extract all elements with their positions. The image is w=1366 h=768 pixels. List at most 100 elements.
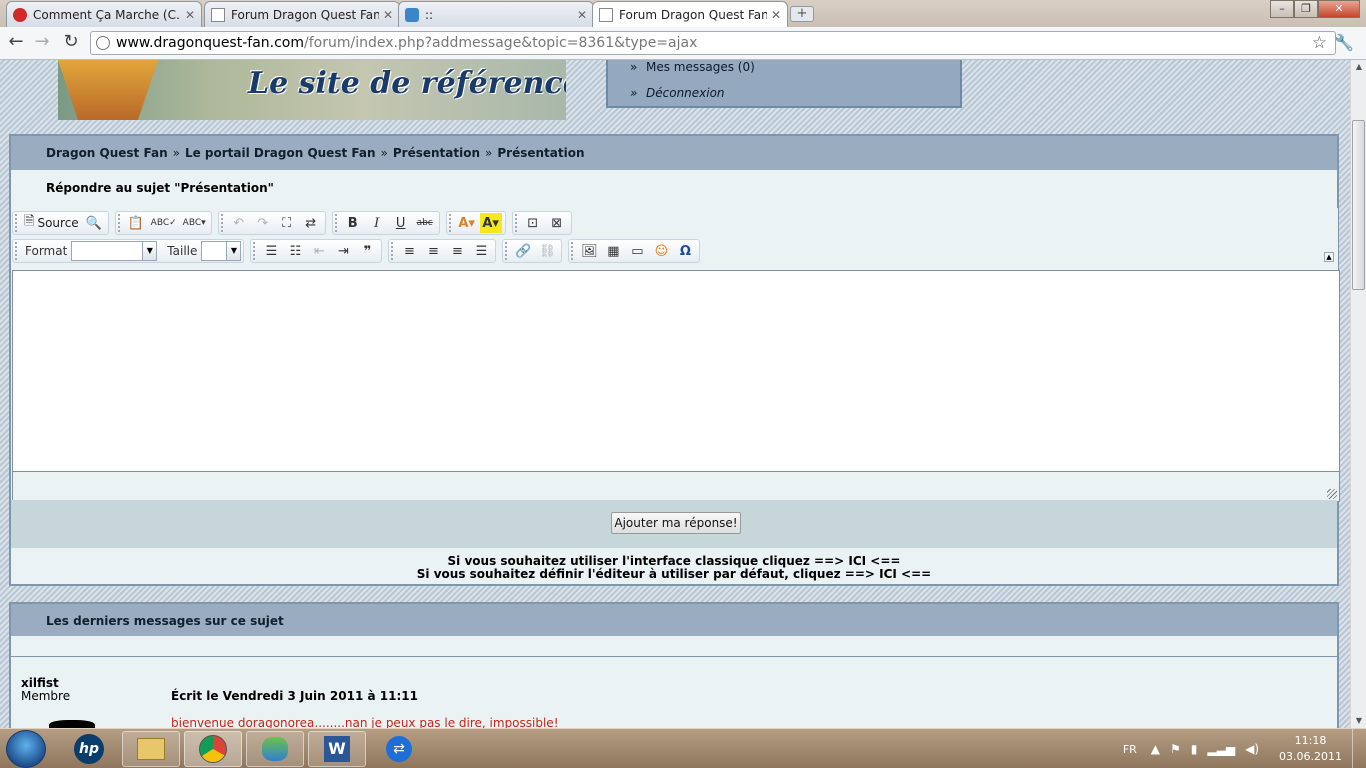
spellcheck-button[interactable]: ABC✓ [149,213,179,233]
strikethrough-button[interactable]: abc [414,213,436,233]
minimize-button[interactable]: – [1270,0,1294,18]
size-select[interactable]: ▼ [201,241,242,261]
close-window-button[interactable]: ✕ [1318,0,1360,18]
outdent-button[interactable]: ⇤ [308,241,330,261]
start-button[interactable] [6,730,46,768]
source-label: Source [37,216,79,230]
source-button[interactable]: 🗎 Source [22,213,81,233]
message-textarea[interactable] [12,270,1340,472]
justify-button[interactable]: ☰ [470,241,492,261]
post-author[interactable]: xilfist [21,676,59,690]
logout-link[interactable]: » Déconnexion [630,86,725,100]
align-right-button[interactable]: ≡ [446,241,468,261]
scroll-down-icon[interactable]: ▼ [1351,714,1366,728]
scroll-thumb[interactable] [1352,120,1365,290]
numbered-list-button[interactable]: ☰ [260,241,282,261]
image-button[interactable]: 🖼 [578,241,600,261]
bookmark-star-icon[interactable]: ☆ [1312,33,1327,53]
text-color-button[interactable]: A▾ [456,213,478,233]
tab-colon[interactable]: :: ✕ [398,1,594,27]
my-messages-link[interactable]: » Mes messages (0) [630,60,755,74]
preview-icon: 🔍 [85,215,102,231]
breadcrumb-bar: Dragon Quest Fan » Le portail Dragon Quest… [11,136,1337,170]
table-button[interactable]: ▦ [602,241,624,261]
smiley-button[interactable]: ☺ [650,241,672,261]
clock[interactable]: 11:18 03.06.2011 [1279,733,1342,765]
action-center-flag-icon[interactable]: ⚑ [1170,742,1181,756]
submit-reply-button[interactable]: Ajouter ma réponse! [611,512,741,534]
word-app-icon[interactable]: W [308,731,366,767]
back-arrow-icon[interactable]: ← [6,33,26,53]
breadcrumb-item-home[interactable]: Dragon Quest Fan [46,146,168,160]
toolbar-group-styles: Format ▼ Taille ▼ [12,239,245,263]
tab-forum-dragon-quest-1[interactable]: Forum Dragon Quest Fan… ✕ [204,1,400,27]
forward-arrow-icon[interactable]: → [32,33,52,53]
show-desktop-button[interactable] [1352,729,1366,768]
tab-comment-ca-marche[interactable]: Comment Ça Marche (C… ✕ [6,1,202,27]
scroll-up-icon[interactable]: ▲ [1351,60,1366,74]
power-icon[interactable]: ▮ [1191,742,1198,756]
collapse-toolbar-button[interactable]: ▲ [1324,252,1334,262]
breadcrumb-item-topic[interactable]: Présentation [497,146,584,160]
bold-button[interactable]: B [342,213,364,233]
hero-artwork [58,60,158,120]
toolbar-group-tools: ⊡ ⊠ [511,211,572,235]
underline-button[interactable]: U [390,213,412,233]
link-button[interactable]: 🔗 [512,241,534,261]
find-button[interactable]: ⛶ [276,213,298,233]
background-color-button[interactable]: A▾ [479,213,502,233]
bulleted-list-button[interactable]: ☷ [284,241,306,261]
maximize-button[interactable]: ⊡ [522,213,544,233]
format-select[interactable]: ▼ [71,241,158,261]
url-text[interactable]: www.dragonquest-fan.com/forum/index.php?… [116,35,697,51]
show-hidden-icons[interactable]: ▲ [1151,742,1160,756]
show-blocks-icon: ⊠ [551,215,563,231]
undo-icon: ↶ [233,215,245,231]
reload-icon[interactable]: ↻ [61,33,81,53]
replace-button[interactable]: ⇄ [300,213,322,233]
restore-button[interactable]: ❐ [1294,0,1318,18]
new-tab-button[interactable]: + [790,6,814,22]
network-icon[interactable]: ▂▃▅ [1207,742,1235,756]
spellcheck-as-you-type-button[interactable]: ABC▾ [181,213,208,233]
italic-button[interactable]: I [366,213,388,233]
explorer-app-icon[interactable] [122,731,180,767]
preview-button[interactable]: 🔍 [83,213,105,233]
redo-button[interactable]: ↷ [252,213,274,233]
close-tab-icon[interactable]: ✕ [771,8,781,22]
messenger-app-icon[interactable] [246,731,304,767]
omega-icon: Ω [679,243,691,259]
page-scrollbar[interactable]: ▲ ▼ [1350,60,1366,728]
tab-forum-dragon-quest-active[interactable]: Forum Dragon Quest Fan ✕ [592,1,788,27]
teamviewer-app-icon[interactable]: ⇄ [370,731,428,767]
spellcheck-dropdown-icon: ABC▾ [182,218,206,228]
indent-button[interactable]: ⇥ [332,241,354,261]
volume-icon[interactable]: ◀) [1245,742,1259,756]
align-center-button[interactable]: ≡ [422,241,444,261]
classic-interface-link[interactable]: Si vous souhaitez utiliser l'interface c… [11,554,1337,568]
breadcrumb-item-forum[interactable]: Présentation [393,146,480,160]
unlink-button[interactable]: ⛓ [536,241,558,261]
breadcrumb-item-portal[interactable]: Le portail Dragon Quest Fan [185,146,376,160]
show-blocks-button[interactable]: ⊠ [546,213,568,233]
drag-handle-icon [117,214,121,232]
resize-grip-icon[interactable] [1327,489,1337,499]
blockquote-button[interactable]: ❞ [356,241,378,261]
horizontal-rule-button[interactable]: ▭ [626,241,648,261]
language-indicator[interactable]: FR [1123,743,1137,756]
chrome-app-icon[interactable] [184,731,242,767]
undo-button[interactable]: ↶ [228,213,250,233]
format-label: Format [25,244,68,258]
close-tab-icon[interactable]: ✕ [383,8,393,22]
address-bar[interactable]: www.dragonquest-fan.com/forum/index.php?… [90,31,1336,55]
default-editor-link[interactable]: Si vous souhaitez définir l'éditeur à ut… [11,567,1337,581]
wrench-menu-icon[interactable]: 🔧 [1334,33,1354,52]
special-char-button[interactable]: Ω [674,241,696,261]
hp-app-icon[interactable]: hp [60,731,118,767]
align-left-button[interactable]: ≡ [398,241,420,261]
close-tab-icon[interactable]: ✕ [185,8,195,22]
close-tab-icon[interactable]: ✕ [577,8,587,22]
paste-word-button[interactable]: 📋 [125,213,147,233]
avatar [49,720,95,728]
bulleted-list-icon: ☷ [289,243,302,259]
